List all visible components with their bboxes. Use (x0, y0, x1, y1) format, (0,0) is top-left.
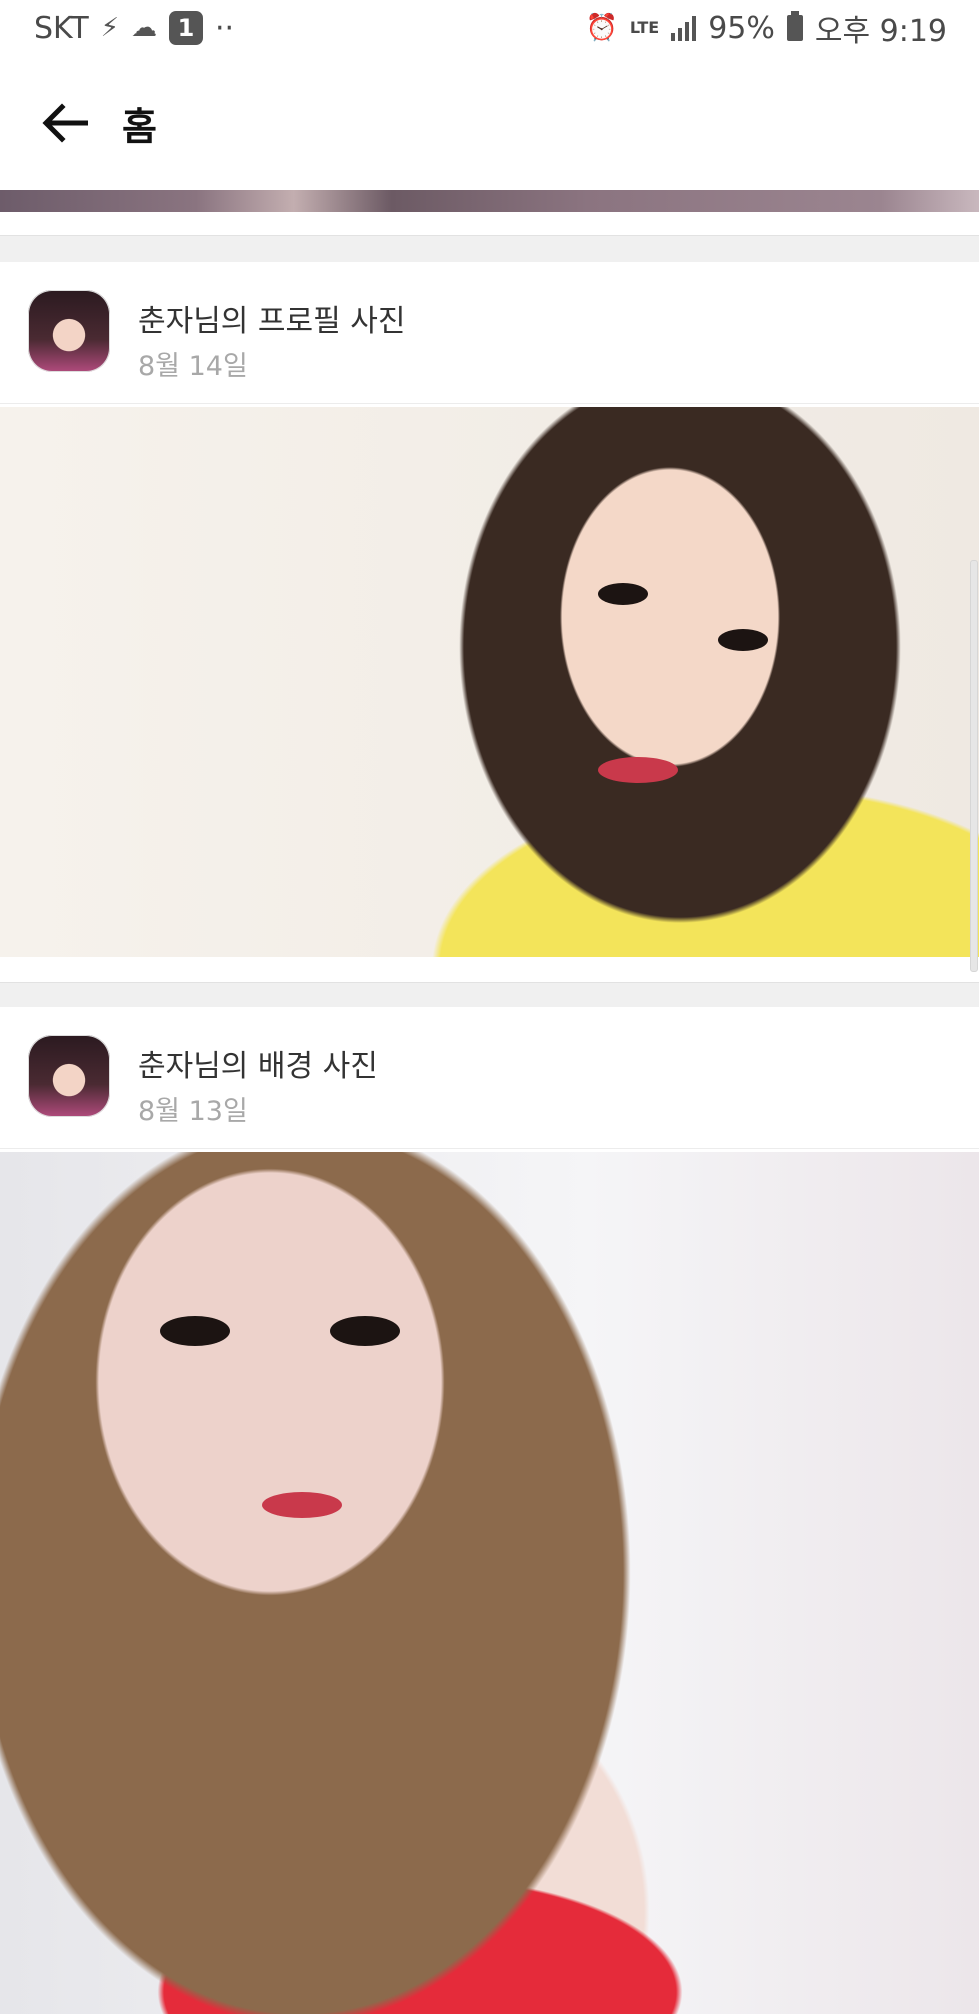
post-title: 춘자님의 프로필 사진 (138, 304, 406, 339)
status-left: SKT ⚡ ☁ 1 ·· (34, 11, 234, 46)
back-button[interactable] (30, 88, 100, 158)
carrier-label: SKT (34, 10, 89, 46)
battery-percent: 95% (708, 10, 775, 46)
feed-separator (0, 982, 979, 1008)
feed-separator (0, 235, 979, 263)
photo-detail (330, 1316, 400, 1346)
background-photo[interactable] (0, 1152, 979, 2014)
photo-detail (718, 629, 768, 651)
status-right: ⏰ LTE 95% 오후 9:19 (585, 6, 947, 50)
cloud-icon: ☁ (130, 13, 157, 43)
profile-photo[interactable] (0, 407, 979, 957)
clock: 오후 9:19 (814, 14, 947, 49)
avatar[interactable] (28, 290, 110, 372)
photo-detail (598, 757, 678, 783)
photo-detail (262, 1492, 342, 1518)
arrow-left-icon (42, 103, 88, 143)
post-date: 8월 13일 (138, 1096, 248, 1127)
volte-icon: ⚡ (100, 13, 119, 43)
status-bar: SKT ⚡ ☁ 1 ·· ⏰ LTE 95% 오후 9:19 (0, 0, 979, 56)
post-header: 춘자님의 프로필 사진 8월 14일 (0, 262, 979, 404)
notification-badge: 1 (168, 11, 203, 45)
avatar[interactable] (28, 1035, 110, 1117)
page-title: 홈 (122, 104, 157, 149)
scrollbar[interactable] (970, 560, 978, 972)
photo-detail (598, 583, 648, 605)
signal-icon (671, 15, 697, 41)
post-date: 8월 14일 (138, 351, 248, 382)
alarm-icon: ⏰ (585, 13, 618, 43)
previous-photo-bottom[interactable] (0, 190, 979, 212)
post-header: 춘자님의 배경 사진 8월 13일 (0, 1007, 979, 1149)
more-notifications-dots: ·· (214, 10, 235, 46)
network-label: LTE (629, 18, 660, 37)
app-header: 홈 (0, 56, 979, 190)
post-title: 춘자님의 배경 사진 (138, 1049, 378, 1084)
battery-icon (786, 11, 803, 41)
photo-detail (160, 1316, 230, 1346)
